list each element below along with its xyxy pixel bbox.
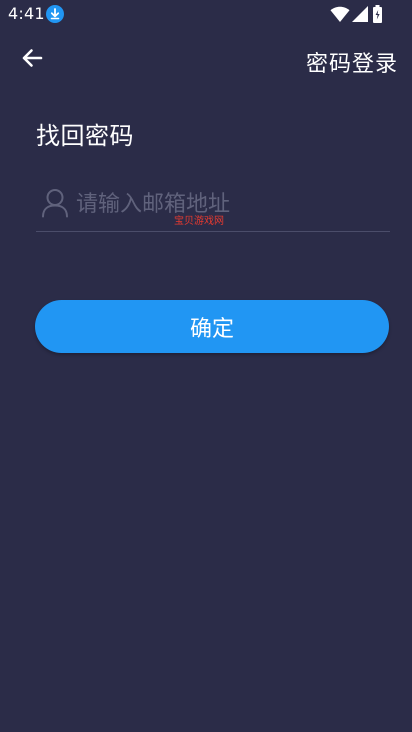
- password-login-link[interactable]: 密码登录: [306, 46, 398, 78]
- watermark: 宝贝游戏网: [174, 216, 224, 227]
- download-icon: [46, 5, 64, 23]
- status-icons: [330, 5, 384, 23]
- arrow-left-icon: [21, 48, 43, 72]
- page-title: 找回密码: [36, 122, 134, 150]
- back-button[interactable]: [14, 44, 50, 76]
- toolbar: 密码登录: [0, 36, 412, 84]
- status-bar: 4:41: [0, 0, 412, 28]
- email-field[interactable]: [76, 185, 376, 223]
- user-icon: [41, 188, 69, 218]
- confirm-button[interactable]: 确定: [35, 300, 389, 353]
- status-time: 4:41: [8, 4, 45, 23]
